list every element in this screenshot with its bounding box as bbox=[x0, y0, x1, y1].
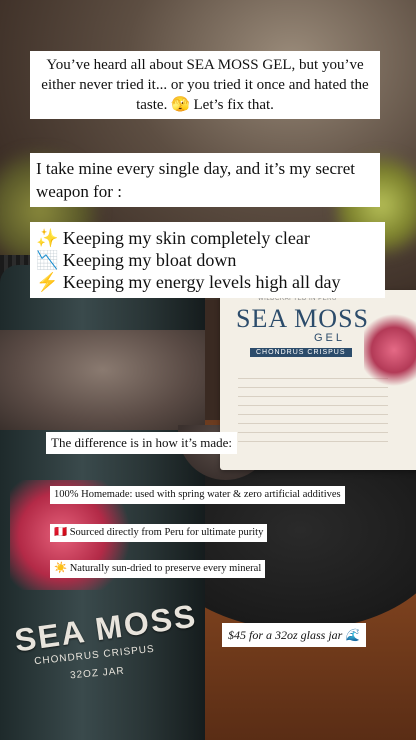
feature-text: 100% Homemade: used with spring water & … bbox=[54, 489, 341, 500]
jar-contents bbox=[0, 330, 205, 430]
peru-flag-icon: 🇵🇪 bbox=[54, 527, 68, 538]
benefit-text: Keeping my energy levels high all day bbox=[62, 272, 341, 292]
benefits-caption: ✨ Keeping my skin completely clear 📉 Kee… bbox=[30, 222, 385, 298]
daily-caption: I take mine every single day, and it’s m… bbox=[30, 153, 380, 207]
benefit-item: 📉 Keeping my bloat down bbox=[36, 249, 379, 271]
lightning-icon: ⚡ bbox=[36, 272, 59, 292]
benefit-item: ✨ Keeping my skin completely clear bbox=[36, 227, 379, 249]
sun-icon: ☀️ bbox=[54, 563, 68, 574]
feature-peru: 🇵🇪 Sourced directly from Peru for ultima… bbox=[50, 524, 268, 542]
product-card: WILDCRAFTED IN PERU SEA MOSS GEL CHONDRU… bbox=[220, 290, 416, 470]
card-subtitle: CHONDRUS CRISPUS bbox=[250, 348, 352, 357]
chart-down-icon: 📉 bbox=[36, 250, 59, 270]
price-caption: $45 for a 32oz glass jar 🌊 bbox=[222, 623, 367, 647]
benefit-text: Keeping my skin completely clear bbox=[62, 228, 310, 248]
card-coral bbox=[364, 310, 416, 390]
benefit-text: Keeping my bloat down bbox=[62, 250, 237, 270]
intro-caption: You’ve heard all about SEA MOSS GEL, but… bbox=[30, 51, 380, 119]
card-title: SEA MOSS bbox=[236, 304, 369, 333]
difference-caption: The difference is in how it’s made: bbox=[46, 432, 237, 454]
feature-sundried: ☀️ Naturally sun-dried to preserve every… bbox=[50, 560, 266, 578]
sparkles-icon: ✨ bbox=[36, 228, 59, 248]
feature-text: Sourced directly from Peru for ultimate … bbox=[69, 527, 264, 538]
feature-text: Naturally sun-dried to preserve every mi… bbox=[69, 563, 262, 574]
card-gel: GEL bbox=[314, 332, 346, 344]
feature-homemade: 100% Homemade: used with spring water & … bbox=[50, 486, 345, 504]
benefit-item: ⚡ Keeping my energy levels high all day bbox=[36, 271, 379, 293]
